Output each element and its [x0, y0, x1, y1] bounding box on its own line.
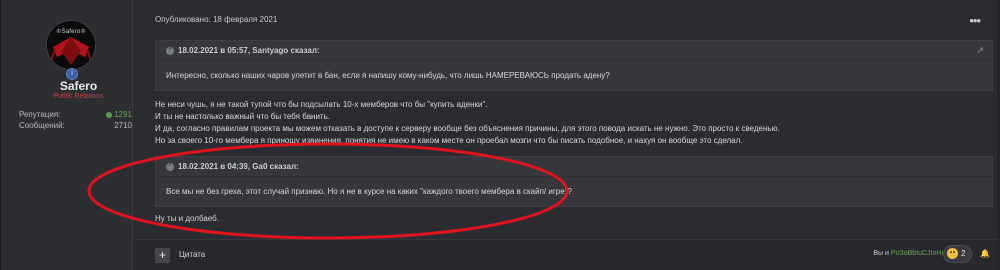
quote-text: Все мы не без греха, этот случай признаю… [166, 187, 572, 196]
post-text-line: И да, согласно правилам проекта мы можем… [155, 124, 780, 133]
post-text-line: Ну ты и долбаеб. [155, 214, 219, 223]
bell-icon[interactable]: 🔔 [980, 249, 990, 258]
quote-header: “ 18.02.2021 в 04:39, Ga0 сказал: [156, 157, 992, 177]
share-icon[interactable]: ↗ [976, 41, 984, 60]
quote-button[interactable]: Цитата [179, 250, 205, 259]
reaction-badge[interactable]: 2 [943, 245, 972, 263]
reaction-count: 2 [961, 249, 966, 258]
messages-value: 2710 [114, 121, 132, 130]
quote-text: Интересно, сколько наших чаров улетит в … [166, 71, 610, 80]
quote-header: “ 18.02.2021 в 05:57, Santyago сказал: ↗ [156, 41, 992, 61]
quote-block: “ 18.02.2021 в 04:39, Ga0 сказал: Все мы … [155, 156, 993, 207]
quote-icon: “ [166, 162, 174, 171]
reputation-icon [106, 111, 113, 118]
post-date[interactable]: Опубликовано: 18 февраля 2021 [155, 15, 277, 24]
more-options-icon[interactable]: ••• [969, 13, 981, 28]
reputation-label: Репутация: [19, 110, 61, 119]
quote-icon: “ [166, 46, 174, 55]
post-footer: + Цитата Вы и PoЗoBbIuCJIoHuK 2 🔔 [133, 239, 997, 270]
author-sidebar: ♔Safero♔ i Safero Public Relations Репут… [1, 0, 133, 270]
reactions-summary: Вы и PoЗoBbIuCJIoHuK [873, 250, 950, 257]
post-container: ♔Safero♔ i Safero Public Relations Репут… [1, 0, 997, 270]
quote-block: “18.02.2021 в 05:57, Santyago сказал: ↗ … [155, 40, 993, 91]
post-text-line: И ты не настолько важный что бы тебя бан… [155, 112, 330, 121]
multiquote-add-button[interactable]: + [155, 248, 170, 263]
avatar-caption: ♔Safero♔ [55, 29, 87, 35]
reputation-value: 1291 [82, 110, 132, 119]
messages-label: Сообщений: [19, 121, 65, 130]
post-text-line: Не неси чушь, я не такой тупой что бы по… [155, 100, 488, 109]
post-main: Опубликовано: 18 февраля 2021 ••• “ 18.02… [133, 0, 997, 270]
reaction-user-link[interactable]: PoЗoBbIuCJIoHuK [891, 250, 950, 257]
quote-header-text[interactable]: 18.02.2021 в 04:39, Ga0 сказал: [178, 162, 299, 171]
quote-header-text[interactable]: 18.02.2021 в 05:57, Santyago сказал: [178, 46, 320, 55]
laugh-emoji-icon [947, 248, 958, 259]
post-text-line: Но за своего 10-го мембера я приношу изв… [155, 136, 743, 145]
